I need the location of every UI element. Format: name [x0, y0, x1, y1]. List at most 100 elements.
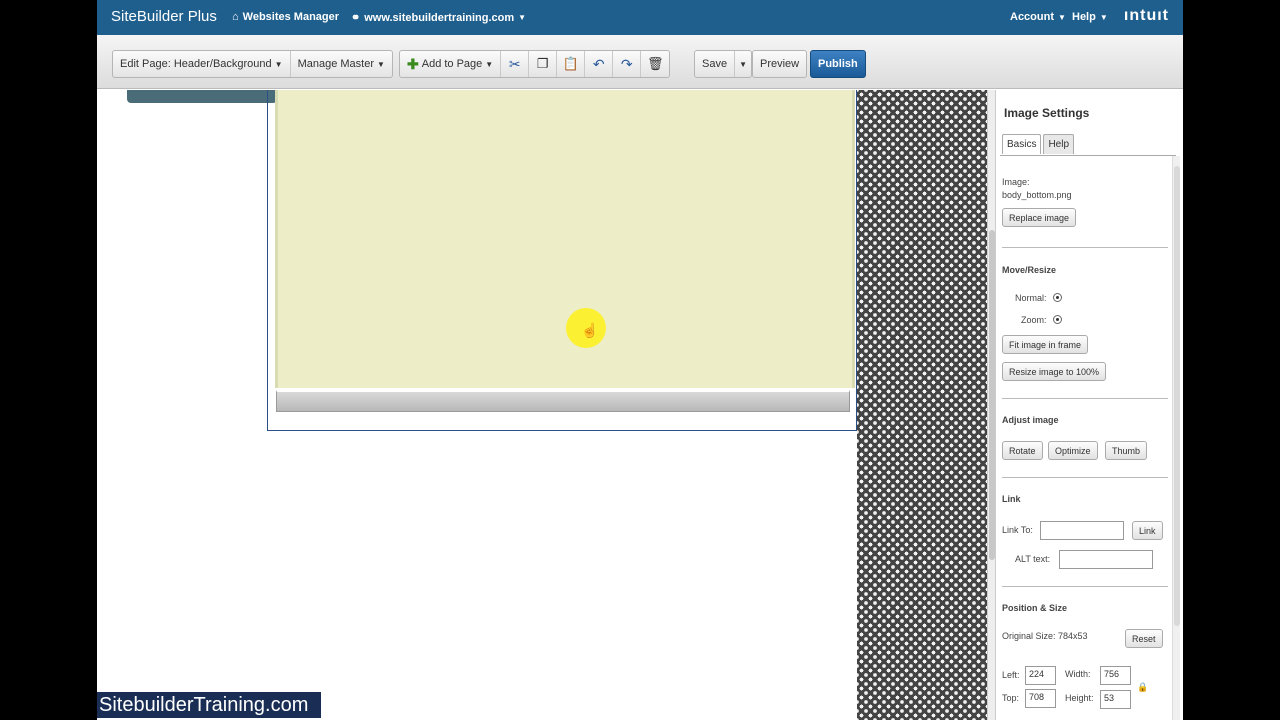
- websites-manager-link[interactable]: ⌂ Websites Manager: [232, 11, 339, 23]
- width-label: Width:: [1065, 669, 1091, 679]
- link-to-label: Link To:: [1002, 525, 1033, 535]
- section-divider: [1002, 247, 1168, 248]
- canvas-scrollbar[interactable]: [987, 90, 995, 720]
- watermark: SitebuilderTraining.com: [97, 692, 321, 718]
- replace-image-button[interactable]: Replace image: [1002, 208, 1077, 227]
- tab-help[interactable]: Help: [1043, 134, 1075, 154]
- publish-button[interactable]: Publish: [810, 50, 866, 78]
- background-pattern: [857, 90, 987, 720]
- height-label: Height:: [1065, 693, 1094, 703]
- normal-label: Normal:: [1015, 293, 1047, 303]
- normal-radio[interactable]: [1053, 293, 1062, 302]
- width-input[interactable]: 756: [1100, 666, 1131, 685]
- chevron-down-icon: ▼: [518, 13, 527, 22]
- section-divider: [1002, 398, 1168, 399]
- chevron-down-icon: ▼: [274, 59, 283, 69]
- edit-page-dropdown[interactable]: Edit Page: Header/Background ▼: [113, 51, 291, 77]
- copy-icon: ❐: [536, 56, 549, 71]
- chevron-down-icon: ▼: [485, 59, 494, 69]
- adjust-image-heading: Adjust image: [1002, 415, 1059, 425]
- header-tab-edge: [127, 90, 277, 103]
- account-menu[interactable]: Account ▼: [1010, 11, 1066, 23]
- account-label: Account: [1010, 11, 1054, 23]
- chevron-down-icon: ▼: [1099, 12, 1108, 22]
- paste-button[interactable]: 📋: [557, 51, 586, 77]
- optimize-button[interactable]: Optimize: [1048, 441, 1098, 460]
- fit-image-button[interactable]: Fit image in frame: [1002, 335, 1089, 354]
- undo-button[interactable]: ↶: [585, 51, 614, 77]
- edit-group: ✚ Add to Page ▼ ✂ ❐ 📋 ↶ ↷ 🗑: [399, 50, 671, 78]
- panel-scrollbar[interactable]: [1172, 156, 1180, 720]
- original-size-label: Original Size: 784x53: [1002, 631, 1088, 641]
- undo-icon: ↶: [592, 55, 605, 72]
- alt-text-label: ALT text:: [1015, 554, 1051, 564]
- sitebuilder-app: SiteBuilder Plus ⌂ Websites Manager ⚭ ww…: [97, 0, 1183, 720]
- home-icon: ⌂: [232, 11, 239, 23]
- intuit-logo: ıntuıt: [1123, 7, 1169, 24]
- reset-button[interactable]: Reset: [1125, 629, 1163, 648]
- preview-button[interactable]: Preview: [753, 51, 806, 77]
- rotate-button[interactable]: Rotate: [1002, 441, 1043, 460]
- position-size-heading: Position & Size: [1002, 603, 1068, 613]
- top-input[interactable]: 708: [1025, 689, 1056, 708]
- zoom-label: Zoom:: [1021, 315, 1047, 325]
- preview-group: Preview: [752, 50, 808, 78]
- move-resize-heading: Move/Resize: [1002, 265, 1057, 275]
- left-label: Left:: [1002, 670, 1020, 680]
- add-to-page-dropdown[interactable]: ✚ Add to Page ▼: [400, 51, 502, 77]
- tab-basics[interactable]: Basics: [1002, 134, 1042, 154]
- manage-master-label: Manage Master: [297, 58, 375, 70]
- thumb-button[interactable]: Thumb: [1105, 441, 1148, 460]
- radio-dot: [1056, 318, 1059, 321]
- add-to-page-label: Add to Page: [421, 58, 483, 70]
- resize-image-button[interactable]: Resize image to 100%: [1002, 362, 1107, 381]
- save-options-dropdown[interactable]: ▼: [735, 51, 751, 77]
- editor-canvas[interactable]: ☝: [97, 90, 987, 720]
- hand-cursor-icon: ☝: [581, 322, 599, 338]
- top-bar: SiteBuilder Plus ⌂ Websites Manager ⚭ ww…: [97, 0, 1183, 35]
- cut-button[interactable]: ✂: [501, 51, 530, 77]
- plus-icon: ✚: [407, 55, 419, 72]
- body-bottom-image[interactable]: [276, 390, 850, 412]
- paste-icon: 📋: [562, 56, 579, 71]
- redo-icon: ↷: [620, 55, 633, 72]
- delete-button[interactable]: 🗑: [641, 51, 669, 77]
- left-input[interactable]: 224: [1025, 666, 1056, 685]
- alt-text-input[interactable]: [1059, 550, 1153, 569]
- help-label: Help: [1072, 11, 1096, 23]
- redo-button[interactable]: ↷: [613, 51, 642, 77]
- image-filename: body_bottom.png: [1002, 190, 1072, 200]
- globe-icon: ⚭: [351, 12, 361, 24]
- brand-logo[interactable]: SiteBuilder Plus: [111, 8, 217, 25]
- page-group: Edit Page: Header/Background ▼ Manage Ma…: [112, 50, 393, 78]
- panel-scrollbar-thumb[interactable]: [1174, 166, 1180, 626]
- height-input[interactable]: 53: [1100, 690, 1131, 709]
- help-menu[interactable]: Help ▼: [1072, 11, 1108, 23]
- save-group: Save ▼: [694, 50, 752, 78]
- chevron-down-icon: ▼: [739, 59, 747, 69]
- link-button[interactable]: Link: [1132, 521, 1163, 540]
- edit-page-label: Edit Page: Header/Background: [120, 58, 272, 70]
- websites-manager-label: Websites Manager: [242, 11, 340, 23]
- image-settings-panel: Image Settings Basics Help Image: body_b…: [995, 90, 1183, 720]
- body-content-area[interactable]: [275, 90, 855, 388]
- trash-icon: 🗑: [646, 56, 664, 71]
- section-divider: [1002, 477, 1168, 478]
- link-to-input[interactable]: [1040, 521, 1124, 540]
- zoom-radio[interactable]: [1053, 315, 1062, 324]
- copy-button[interactable]: ❐: [529, 51, 558, 77]
- chevron-down-icon: ▼: [1058, 12, 1066, 22]
- site-url-label: www.sitebuildertraining.com: [364, 11, 515, 24]
- section-divider: [1002, 586, 1168, 587]
- aspect-lock-icon[interactable]: 🔒: [1137, 682, 1148, 693]
- panel-title: Image Settings: [1004, 106, 1090, 120]
- manage-master-dropdown[interactable]: Manage Master ▼: [291, 51, 392, 77]
- radio-dot: [1056, 296, 1059, 299]
- save-button[interactable]: Save: [695, 51, 736, 77]
- tab-divider: [1000, 155, 1176, 156]
- chevron-down-icon: ▼: [377, 59, 385, 69]
- editor-toolbar: Edit Page: Header/Background ▼ Manage Ma…: [97, 35, 1183, 89]
- site-url-dropdown[interactable]: ⚭ www.sitebuildertraining.com ▼: [351, 11, 527, 25]
- link-heading: Link: [1002, 494, 1021, 504]
- image-label: Image:: [1002, 177, 1030, 187]
